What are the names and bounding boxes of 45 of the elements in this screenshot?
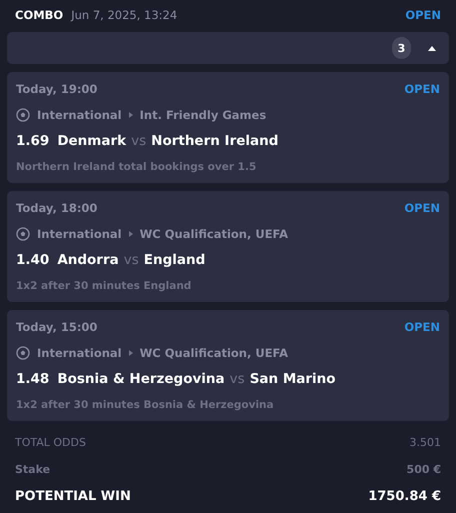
category-label: International xyxy=(37,226,122,241)
vs-label: vs xyxy=(124,252,139,268)
leg-status: OPEN xyxy=(404,200,440,215)
soccer-ball-icon xyxy=(16,226,30,241)
leg-count-badge: 3 xyxy=(392,37,411,59)
leg-odds: 1.40 xyxy=(16,252,50,268)
category-label: International xyxy=(37,108,122,122)
leg-odds: 1.69 xyxy=(16,133,50,150)
chevron-icon xyxy=(128,350,133,356)
match-time: Today, 15:00 xyxy=(16,320,98,334)
summary-label: POTENTIAL WIN xyxy=(15,489,131,504)
home-team: Bosnia & Herzegovina xyxy=(57,371,225,388)
chevron-icon xyxy=(128,230,133,237)
away-team: San Marino xyxy=(250,371,336,388)
summary-value: 500 € xyxy=(406,463,441,476)
chevron-icon xyxy=(128,112,133,118)
league-label: WC Qualification, UEFA xyxy=(140,346,288,360)
vs-label: vs xyxy=(131,133,146,150)
leg-status: OPEN xyxy=(404,320,440,334)
bet-type: COMBO xyxy=(15,8,64,22)
summary-value: 3.501 xyxy=(410,436,441,449)
soccer-ball-icon xyxy=(16,108,30,122)
away-team: England xyxy=(144,252,206,268)
league-label: Int. Friendly Games xyxy=(140,108,266,122)
leg-status: OPEN xyxy=(404,82,440,96)
match-time: Today, 19:00 xyxy=(16,82,98,96)
soccer-ball-icon xyxy=(16,346,30,360)
league-label: WC Qualification, UEFA xyxy=(140,226,288,241)
market-selection: 1x2 after 30 minutes England xyxy=(16,280,192,292)
bet-date: Jun 7, 2025, 13:24 xyxy=(71,8,178,22)
legs-toggle-bar[interactable]: 3 xyxy=(7,32,449,64)
summary-label: Stake xyxy=(15,463,50,476)
bet-status: OPEN xyxy=(405,8,441,22)
away-team: Northern Ireland xyxy=(151,133,278,150)
match-time: Today, 18:00 xyxy=(16,200,98,215)
market-selection: Northern Ireland total bookings over 1.5 xyxy=(16,161,258,174)
summary-value: 1750.84 € xyxy=(368,489,441,504)
leg-odds: 1.48 xyxy=(16,371,50,388)
caret-icon[interactable] xyxy=(427,45,437,51)
vs-label: vs xyxy=(230,371,245,388)
home-team: Andorra xyxy=(57,252,119,268)
home-team: Denmark xyxy=(57,133,126,150)
summary-label: TOTAL ODDS xyxy=(15,436,86,449)
market-selection: 1x2 after 30 minutes Bosnia & Herzegovina xyxy=(16,399,275,412)
category-label: International xyxy=(37,346,122,360)
